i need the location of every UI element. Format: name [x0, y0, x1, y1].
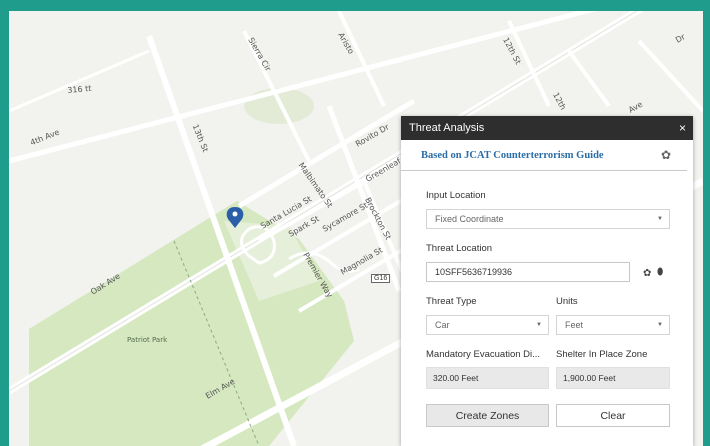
threat-type-select[interactable]: Car ▼ — [426, 315, 549, 335]
panel-header: Threat Analysis × — [401, 116, 693, 140]
threat-type-value: Car — [435, 320, 450, 330]
close-icon[interactable]: × — [679, 121, 686, 135]
settings-gear-icon[interactable]: ✿ — [661, 149, 673, 161]
units-value: Feet — [565, 320, 584, 330]
shelter-value-field: 1,900.00 Feet — [556, 367, 670, 389]
threat-type-label: Threat Type — [426, 296, 477, 307]
road-minor-1 — [9, 49, 150, 113]
threat-location-label: Threat Location — [426, 243, 493, 254]
units-label: Units — [556, 296, 578, 307]
road-aristo — [337, 11, 386, 107]
location-marker-dot — [232, 211, 238, 217]
road-dr — [637, 39, 703, 113]
location-settings-gear-icon[interactable]: ✿ — [643, 268, 651, 279]
threat-location-value: 10SFF5636719936 — [435, 267, 513, 277]
clear-button[interactable]: Clear — [556, 404, 670, 427]
evacuation-label: Mandatory Evacuation Di... — [426, 349, 541, 360]
road-12th-b — [567, 49, 611, 108]
evacuation-value-field: 320.00 Feet — [426, 367, 549, 389]
chevron-down-icon: ▼ — [657, 322, 663, 328]
panel-title: Threat Analysis — [409, 122, 485, 134]
threat-location-input[interactable]: 10SFF5636719936 — [426, 262, 630, 282]
pin-icon[interactable]: ⬮ — [657, 267, 663, 278]
create-zones-button[interactable]: Create Zones — [426, 404, 549, 427]
app-frame: 316 tt 4th Ave 13th St Aristo Sierra Cir… — [9, 11, 703, 446]
map-label-park: Patriot Park — [127, 336, 168, 344]
shelter-value: 1,900.00 Feet — [563, 373, 616, 383]
route-shield: G16 — [371, 274, 391, 283]
panel-subheader: Based on JCAT Counterterrorism Guide ✿ — [401, 140, 687, 171]
chevron-down-icon: ▼ — [657, 216, 663, 222]
input-location-select[interactable]: Fixed Coordinate ▼ — [426, 209, 670, 229]
input-location-label: Input Location — [426, 190, 486, 201]
threat-analysis-panel: Threat Analysis × Based on JCAT Countert… — [401, 116, 693, 446]
input-location-value: Fixed Coordinate — [435, 214, 504, 224]
units-select[interactable]: Feet ▼ — [556, 315, 670, 335]
evacuation-value: 320.00 Feet — [433, 373, 479, 383]
guide-title: Based on JCAT Counterterrorism Guide — [421, 149, 604, 161]
chevron-down-icon: ▼ — [536, 322, 542, 328]
shelter-label: Shelter In Place Zone — [556, 349, 648, 360]
park-area — [29, 201, 354, 446]
